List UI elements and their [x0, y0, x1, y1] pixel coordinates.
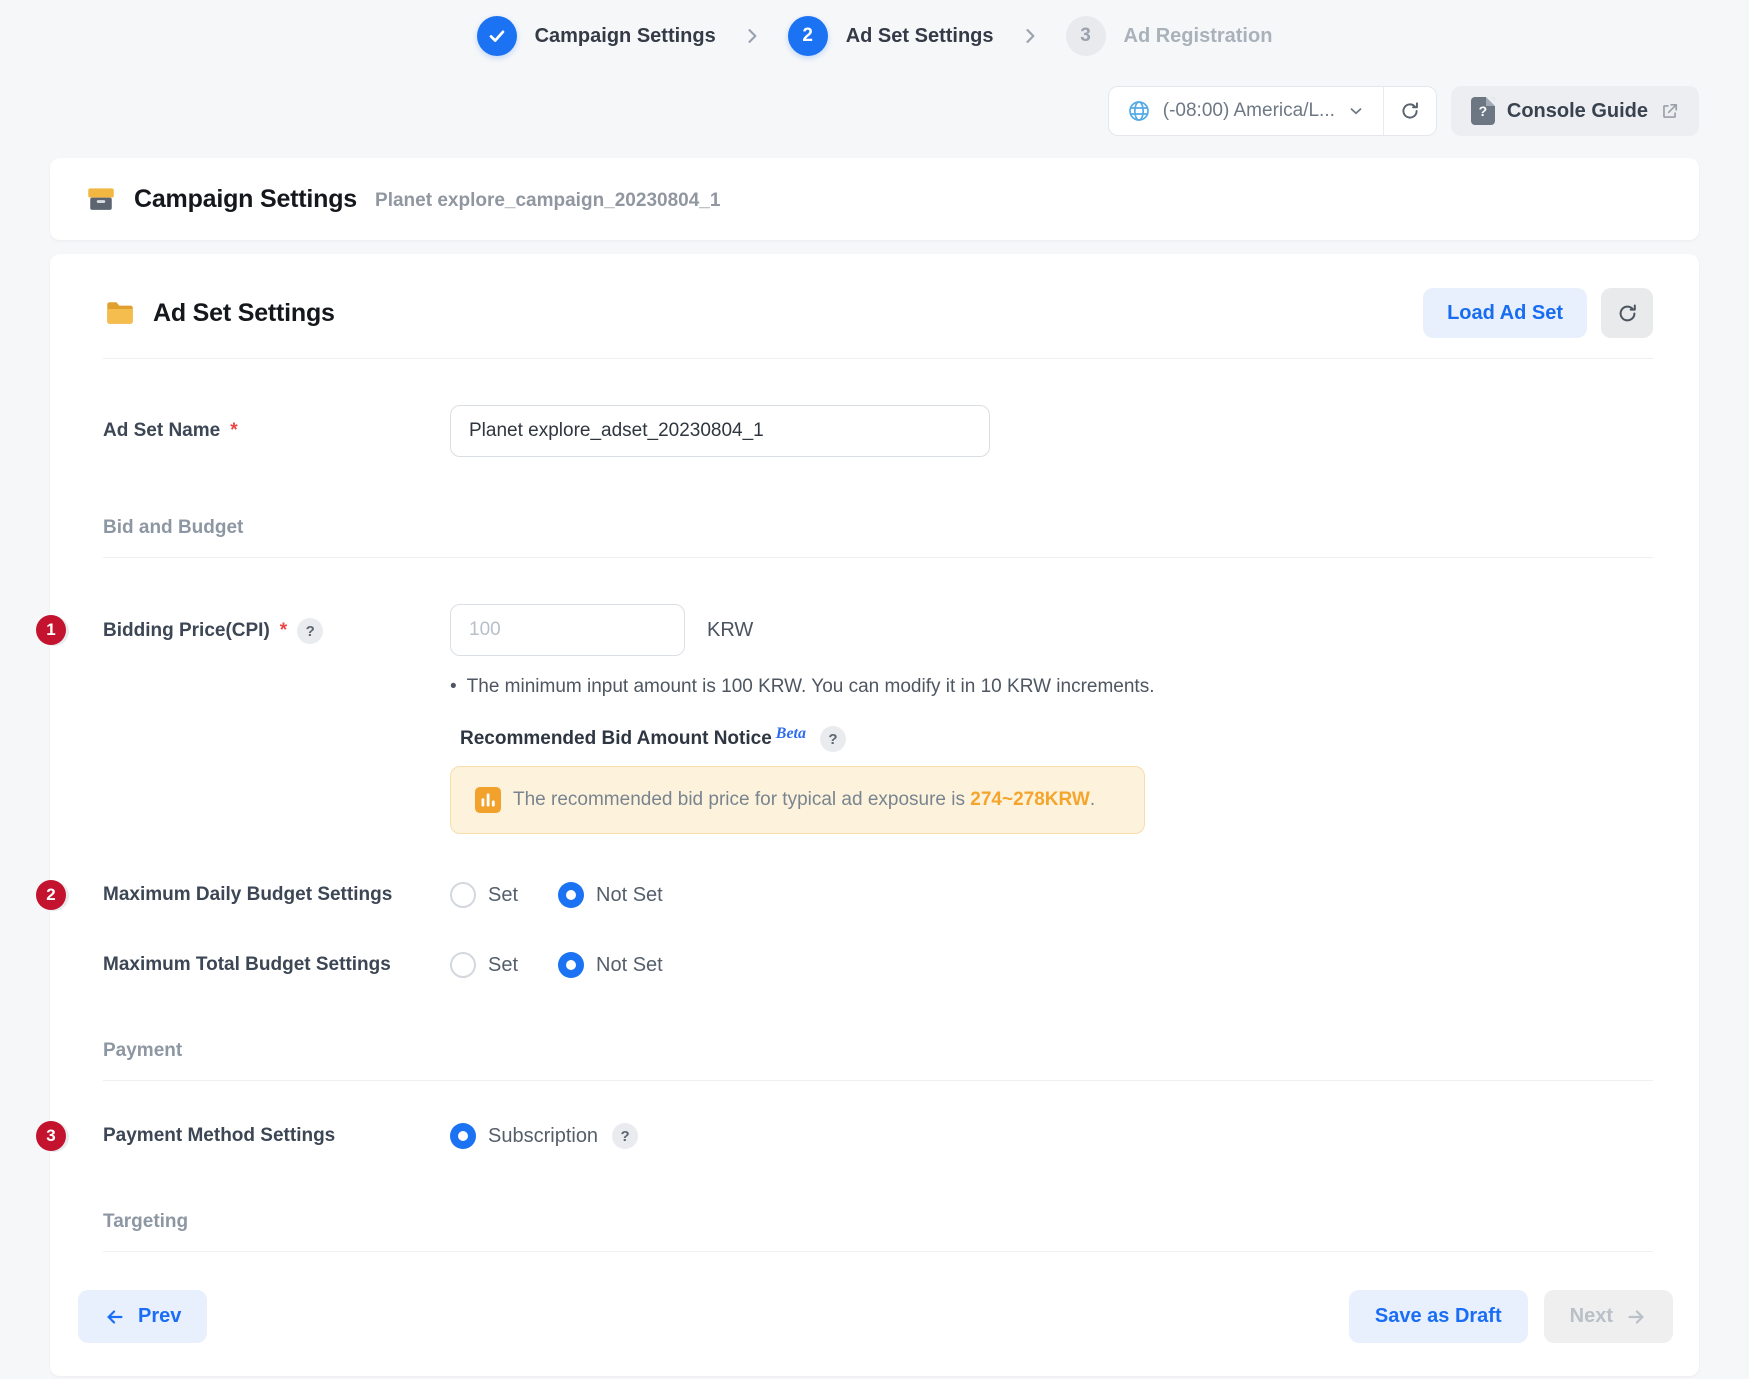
timezone-value: (-08:00) America/L...	[1163, 100, 1335, 122]
step-number-badge: 2	[788, 16, 828, 56]
required-mark: *	[280, 620, 287, 642]
campaign-settings-card: Campaign Settings Planet explore_campaig…	[50, 158, 1699, 240]
step-label: Campaign Settings	[535, 25, 716, 48]
step-complete-check-icon	[477, 16, 517, 56]
bidding-price-row: 1 Bidding Price(CPI) * ? KRW • The minim…	[103, 604, 1653, 834]
bidding-price-help-icon[interactable]: ?	[297, 618, 323, 644]
ad-set-card-title: Ad Set Settings	[153, 299, 1407, 328]
minimum-amount-note: • The minimum input amount is 100 KRW. Y…	[450, 676, 1155, 698]
max-daily-budget-options: Set Not Set	[450, 882, 663, 908]
external-link-icon	[1660, 102, 1679, 121]
notice-text: The recommended bid price for typical ad…	[513, 789, 1095, 811]
ad-set-name-label: Ad Set Name *	[103, 420, 450, 442]
radio-label: Set	[488, 884, 518, 907]
step-campaign-settings[interactable]: Campaign Settings	[477, 16, 716, 56]
prev-label: Prev	[138, 1305, 181, 1328]
daily-budget-not-set-radio[interactable]: Not Set	[558, 882, 663, 908]
recommended-bid-title: Recommended Bid Amount Notice	[460, 728, 772, 750]
radio-label: Not Set	[596, 954, 663, 977]
folder-icon	[103, 296, 137, 330]
prev-button[interactable]: Prev	[78, 1290, 207, 1343]
refresh-ad-set-button[interactable]	[1601, 288, 1653, 338]
radio-label: Not Set	[596, 884, 663, 907]
refresh-icon	[1616, 302, 1639, 325]
ad-set-card-header: Ad Set Settings Load Ad Set	[103, 288, 1653, 359]
step-label: Ad Set Settings	[846, 25, 994, 48]
radio-checked-icon	[558, 882, 584, 908]
ad-set-name-row: Ad Set Name *	[103, 405, 1653, 457]
step-ad-registration[interactable]: 3 Ad Registration	[1066, 16, 1273, 56]
bar-chart-icon	[475, 787, 501, 813]
currency-label: KRW	[707, 619, 753, 642]
recommended-bid-notice: The recommended bid price for typical ad…	[450, 766, 1145, 834]
bidding-price-controls: KRW • The minimum input amount is 100 KR…	[450, 604, 1155, 834]
section-bid-and-budget: Bid and Budget	[103, 517, 1653, 558]
step-badge-2: 2	[36, 880, 66, 910]
bidding-price-input[interactable]	[450, 604, 685, 656]
recommended-bid-help-icon[interactable]: ?	[820, 726, 846, 752]
section-targeting: Targeting	[103, 1211, 1653, 1252]
radio-checked-icon	[450, 1123, 476, 1149]
arrow-left-icon	[104, 1306, 126, 1328]
chevron-down-icon	[1347, 102, 1365, 120]
chevron-right-icon	[742, 26, 762, 46]
console-guide-button[interactable]: ? Console Guide	[1451, 86, 1699, 136]
ad-set-settings-card: Ad Set Settings Load Ad Set Ad Set Name …	[50, 254, 1699, 1376]
load-ad-set-button[interactable]: Load Ad Set	[1423, 288, 1587, 338]
bullet: •	[450, 676, 457, 698]
radio-checked-icon	[558, 952, 584, 978]
timezone-select[interactable]: (-08:00) America/L...	[1109, 87, 1383, 135]
next-button[interactable]: Next	[1544, 1290, 1673, 1343]
archive-box-icon	[84, 182, 118, 216]
recommended-bid-title-row: Recommended Bid Amount Notice Beta ?	[460, 726, 1155, 752]
wizard-stepper: Campaign Settings 2 Ad Set Settings 3 Ad…	[0, 0, 1749, 56]
timezone-refresh-button[interactable]	[1384, 87, 1436, 135]
radio-unchecked-icon	[450, 952, 476, 978]
step-ad-set-settings[interactable]: 2 Ad Set Settings	[788, 16, 994, 56]
ad-set-name-input[interactable]	[450, 405, 990, 457]
save-as-draft-button[interactable]: Save as Draft	[1349, 1290, 1528, 1343]
step-number-badge: 3	[1066, 16, 1106, 56]
header-actions: Load Ad Set	[1423, 288, 1653, 338]
radio-unchecked-icon	[450, 882, 476, 908]
radio-label: Set	[488, 954, 518, 977]
max-total-budget-label: Maximum Total Budget Settings	[103, 954, 450, 976]
console-guide-doc-icon: ?	[1471, 97, 1495, 125]
daily-budget-set-radio[interactable]: Set	[450, 882, 518, 908]
payment-method-label: Payment Method Settings	[103, 1125, 450, 1147]
console-guide-label: Console Guide	[1507, 100, 1648, 123]
notice-recommended-value: 274~278KRW	[970, 789, 1090, 810]
section-payment: Payment	[103, 1040, 1653, 1081]
campaign-card-title: Campaign Settings	[134, 185, 357, 214]
timezone-group: (-08:00) America/L...	[1108, 86, 1437, 136]
radio-label: Subscription	[488, 1125, 598, 1148]
refresh-icon	[1399, 100, 1421, 122]
chevron-right-icon	[1020, 26, 1040, 46]
page: Campaign Settings 2 Ad Set Settings 3 Ad…	[0, 0, 1749, 1379]
beta-badge: Beta	[776, 725, 806, 743]
bidding-price-label: Bidding Price(CPI) * ?	[103, 604, 450, 644]
max-total-budget-options: Set Not Set	[450, 952, 663, 978]
step-label: Ad Registration	[1124, 25, 1273, 48]
next-label: Next	[1570, 1305, 1613, 1328]
toolbar: (-08:00) America/L... ? Console Guide	[50, 86, 1699, 136]
required-mark: *	[230, 420, 237, 442]
step-badge-3: 3	[36, 1121, 66, 1151]
max-daily-budget-label: Maximum Daily Budget Settings	[103, 884, 450, 906]
step-badge-1: 1	[36, 615, 66, 645]
payment-method-options: Subscription ?	[450, 1123, 638, 1149]
max-total-budget-row: Maximum Total Budget Settings Set Not Se…	[103, 950, 1653, 980]
campaign-name: Planet explore_campaign_20230804_1	[375, 186, 720, 212]
max-daily-budget-row: 2 Maximum Daily Budget Settings Set Not …	[103, 880, 1653, 910]
subscription-help-icon[interactable]: ?	[612, 1123, 638, 1149]
total-budget-set-radio[interactable]: Set	[450, 952, 518, 978]
total-budget-not-set-radio[interactable]: Not Set	[558, 952, 663, 978]
subscription-radio[interactable]: Subscription ?	[450, 1123, 638, 1149]
payment-method-row: 3 Payment Method Settings Subscription ?	[103, 1121, 1653, 1151]
arrow-right-icon	[1625, 1306, 1647, 1328]
globe-icon	[1127, 99, 1151, 123]
wizard-footer: Prev Save as Draft Next	[78, 1290, 1673, 1343]
